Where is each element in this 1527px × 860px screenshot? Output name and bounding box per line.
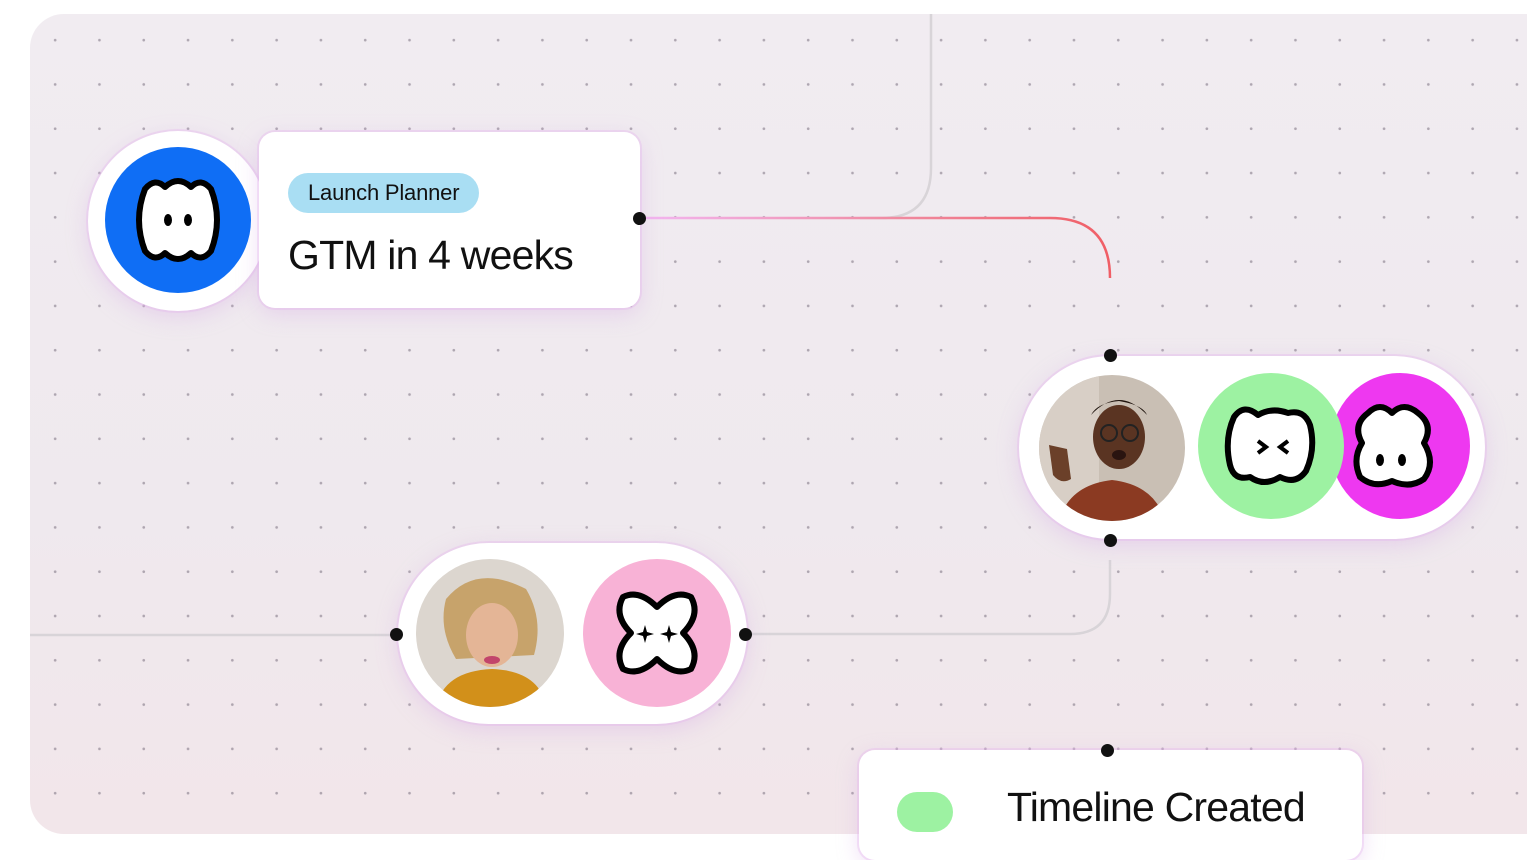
sparkle-icon bbox=[583, 559, 731, 707]
woman-avatar bbox=[416, 559, 564, 707]
man-avatar bbox=[1039, 375, 1185, 521]
group-input-port[interactable] bbox=[1103, 348, 1117, 362]
timeline-created-title: Timeline Created bbox=[1007, 784, 1306, 830]
launch-planner-tag: Launch Planner bbox=[288, 173, 480, 213]
timeline-tag bbox=[897, 792, 953, 832]
group-output-port[interactable] bbox=[1103, 533, 1117, 547]
happy-face-icon bbox=[105, 147, 251, 293]
timeline-created-card[interactable]: Timeline Created bbox=[859, 750, 1362, 860]
launch-output-port[interactable] bbox=[632, 211, 646, 225]
wire-launch-to-group bbox=[639, 216, 1112, 279]
reviewers-input-port[interactable] bbox=[389, 627, 403, 641]
launch-planner-title: GTM in 4 weeks bbox=[288, 232, 574, 278]
gray-wire-mid bbox=[745, 560, 1112, 636]
launch-planner-card[interactable]: Launch Planner GTM in 4 weeks bbox=[259, 132, 640, 308]
wink-face-icon bbox=[1198, 373, 1344, 519]
timeline-input-port[interactable] bbox=[1100, 743, 1114, 757]
gray-wire-top bbox=[860, 14, 933, 220]
reviewers-output-port[interactable] bbox=[738, 627, 752, 641]
face-icon bbox=[1330, 373, 1470, 519]
